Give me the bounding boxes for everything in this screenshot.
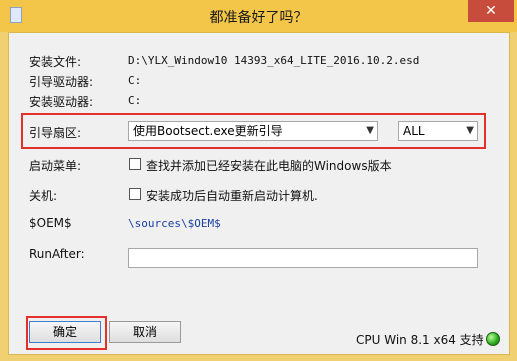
- dialog-body: 安装文件: D:\YLX_Window10 14393_x64_LITE_201…: [8, 32, 510, 355]
- install-drive-label: 安装驱动器:: [29, 95, 94, 109]
- oem-label: $OEM$: [29, 216, 72, 230]
- boot-drive-value: C:: [128, 74, 142, 87]
- ok-button[interactable]: 确定: [29, 321, 101, 343]
- installer-window: 都准备好了吗？ ✕ 安装文件: D:\YLX_Window10 14393_x6…: [0, 0, 517, 361]
- run-after-input[interactable]: [128, 248, 478, 268]
- install-file-value: D:\YLX_Window10 14393_x64_LITE_2016.10.2…: [128, 54, 420, 67]
- shutdown-option-label: 安装成功后自动重新启动计算机.: [146, 189, 318, 203]
- shutdown-label: 关机:: [29, 189, 58, 203]
- oem-value: \sources\$OEM$: [128, 217, 221, 230]
- boot-sector-label: 引导扇区:: [29, 126, 82, 140]
- cancel-button[interactable]: 取消: [109, 321, 181, 343]
- window-title: 都准备好了吗？: [209, 10, 308, 26]
- boot-sector-select[interactable]: 使用Bootsect.exe更新引导 ▼: [128, 121, 378, 141]
- install-file-label: 安装文件:: [29, 55, 82, 69]
- install-drive-value: C:: [128, 94, 142, 107]
- close-button[interactable]: ✕: [468, 0, 514, 22]
- boot-sector-scope-select[interactable]: ALL ▼: [398, 121, 478, 141]
- boot-menu-option-label: 查找并添加已经安装在此电脑的Windows版本: [146, 159, 392, 173]
- chevron-down-icon: ▼: [466, 125, 474, 136]
- title-bar[interactable]: 都准备好了吗？ ✕: [0, 0, 517, 32]
- status-text: CPU Win 8.1 x64 支持: [356, 333, 484, 347]
- run-after-label: RunAfter:: [29, 247, 85, 261]
- status-led-icon: [486, 332, 500, 346]
- boot-menu-label: 启动菜单:: [29, 159, 82, 173]
- boot-sector-select-value: 使用Bootsect.exe更新引导: [133, 124, 283, 138]
- chevron-down-icon: ▼: [366, 125, 374, 136]
- shutdown-checkbox[interactable]: [129, 188, 141, 200]
- close-icon: ✕: [485, 3, 497, 19]
- boot-drive-label: 引导驱动器:: [29, 75, 94, 89]
- boot-menu-checkbox[interactable]: [129, 158, 141, 170]
- boot-sector-scope-value: ALL: [403, 124, 425, 138]
